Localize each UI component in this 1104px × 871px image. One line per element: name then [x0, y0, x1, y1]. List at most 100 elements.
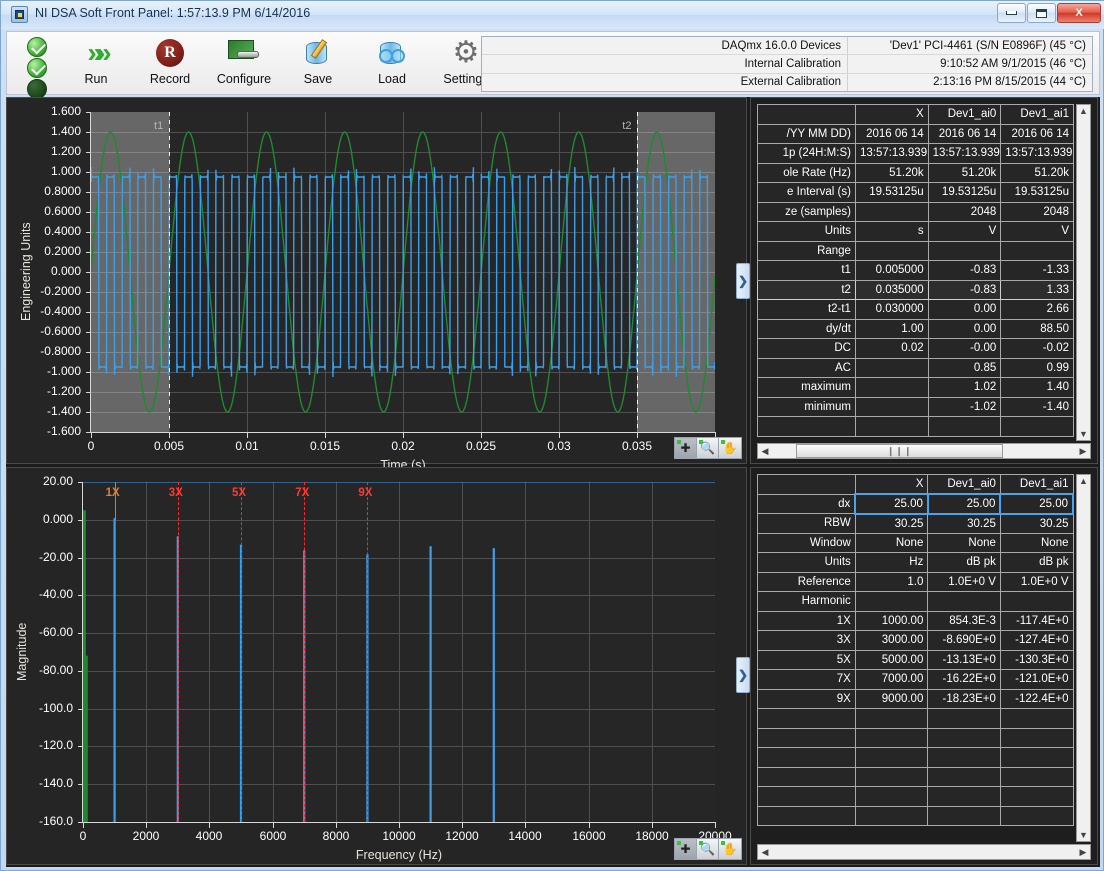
table-row[interactable]: 3X3000.00-8.690E+0-127.4E+0	[758, 631, 1074, 651]
time-pane-splitter[interactable]: ❯	[736, 263, 750, 299]
pan-hand-tool-icon[interactable]: ✋	[719, 839, 741, 859]
table-cell[interactable]	[928, 592, 1001, 612]
column-header[interactable]	[758, 475, 856, 495]
zoom-tool-icon[interactable]: 🔍	[697, 839, 719, 859]
table-cell[interactable]: -130.3E+0	[1000, 650, 1073, 670]
table-cell[interactable]	[1001, 417, 1074, 437]
time-measurements-table[interactable]: XDev1_ai0Dev1_ai1/YY MM DD)2016 06 14201…	[757, 104, 1074, 437]
table-row[interactable]	[758, 767, 1074, 787]
table-cell[interactable]	[855, 397, 928, 417]
table-cell[interactable]	[928, 767, 1001, 787]
table-row[interactable]: Range	[758, 241, 1074, 261]
table-cell[interactable]	[1000, 767, 1073, 787]
table-cell[interactable]: -0.00	[928, 339, 1001, 359]
scroll-left-icon[interactable]: ◀	[758, 446, 772, 457]
table-cell[interactable]: 7000.00	[855, 670, 928, 690]
scroll-right-icon[interactable]: ▶	[1076, 847, 1090, 858]
table-cell[interactable]: 25.00	[1000, 494, 1073, 514]
time-table-hscroll-track[interactable]: ❙❙❙	[772, 444, 1076, 458]
table-cell[interactable]	[855, 728, 928, 748]
table-cell[interactable]: 9000.00	[855, 689, 928, 709]
table-cell[interactable]: Hz	[855, 553, 928, 573]
load-button[interactable]: Load	[355, 35, 429, 93]
table-cell[interactable]	[855, 378, 928, 398]
table-cell[interactable]	[928, 748, 1001, 768]
table-row[interactable]: DC0.02-0.00-0.02	[758, 339, 1074, 359]
table-cell[interactable]	[1000, 787, 1073, 807]
table-cell[interactable]: 0.85	[928, 358, 1001, 378]
table-row[interactable]: ole Rate (Hz)51.20k51.20k51.20k	[758, 163, 1074, 183]
close-button[interactable]: X	[1057, 3, 1101, 23]
spectrum-graph-palette[interactable]: ✚ 🔍 ✋	[674, 838, 742, 860]
table-cell[interactable]: 1.40	[1001, 378, 1074, 398]
time-table-horizontal-scrollbar[interactable]: ◀ ❙❙❙ ▶	[757, 443, 1091, 459]
table-row[interactable]: Harmonic	[758, 592, 1074, 612]
table-cell[interactable]: 51.20k	[928, 163, 1001, 183]
table-cell[interactable]: -0.02	[1001, 339, 1074, 359]
pan-hand-tool-icon[interactable]: ✋	[719, 438, 741, 458]
table-cell[interactable]: V	[1001, 222, 1074, 242]
configure-button[interactable]: Configure	[207, 35, 281, 93]
table-row[interactable]: t20.035000-0.831.33	[758, 280, 1074, 300]
table-cell[interactable]: None	[1000, 533, 1073, 553]
table-row[interactable]	[758, 787, 1074, 807]
scroll-up-icon[interactable]: ▲	[1079, 475, 1088, 487]
table-row[interactable]: t10.005000-0.83-1.33	[758, 261, 1074, 281]
table-cell[interactable]	[855, 806, 928, 826]
table-cell[interactable]	[855, 767, 928, 787]
minimize-button[interactable]	[997, 3, 1026, 23]
time-graph-palette[interactable]: ✚ 🔍 ✋	[674, 437, 742, 459]
table-cell[interactable]: 30.25	[1000, 514, 1073, 534]
table-cell[interactable]	[928, 806, 1001, 826]
table-cell[interactable]: 51.20k	[1001, 163, 1074, 183]
restore-button[interactable]	[1027, 3, 1056, 23]
table-row[interactable]: 5X5000.00-13.13E+0-130.3E+0	[758, 650, 1074, 670]
table-row[interactable]: 7X7000.00-16.22E+0-121.0E+0	[758, 670, 1074, 690]
table-row[interactable]: 1p (24H:M:S)13:57:13.93913:57:13.93913:5…	[758, 144, 1074, 164]
table-cell[interactable]: 30.25	[928, 514, 1001, 534]
table-row[interactable]: UnitsHzdB pkdB pk	[758, 553, 1074, 573]
table-row[interactable]: maximum1.021.40	[758, 378, 1074, 398]
table-cell[interactable]: None	[928, 533, 1001, 553]
zoom-tool-icon[interactable]: 🔍	[697, 438, 719, 458]
table-row[interactable]	[758, 728, 1074, 748]
table-cell[interactable]: 51.20k	[855, 163, 928, 183]
table-row[interactable]: 9X9000.00-18.23E+0-122.4E+0	[758, 689, 1074, 709]
table-cell[interactable]: 2016 06 14	[928, 124, 1001, 144]
table-row[interactable]: t2-t10.0300000.002.66	[758, 300, 1074, 320]
table-cell[interactable]: 1.33	[1001, 280, 1074, 300]
table-cell[interactable]: s	[855, 222, 928, 242]
table-cell[interactable]: -18.23E+0	[928, 689, 1001, 709]
table-cell[interactable]: -122.4E+0	[1000, 689, 1073, 709]
table-cell[interactable]: -13.13E+0	[928, 650, 1001, 670]
scroll-left-icon[interactable]: ◀	[758, 847, 772, 858]
table-cell[interactable]: 13:57:13.939	[1001, 144, 1074, 164]
table-cell[interactable]: 2016 06 14	[1001, 124, 1074, 144]
table-cell[interactable]: -1.33	[1001, 261, 1074, 281]
spectrum-table-horizontal-scrollbar[interactable]: ◀ ▶	[757, 844, 1091, 860]
chart-time-plot-area[interactable]: t1t2	[91, 112, 715, 432]
scroll-down-icon[interactable]: ▼	[1079, 428, 1088, 440]
table-row[interactable]: WindowNoneNoneNone	[758, 533, 1074, 553]
table-row[interactable]: minimum-1.02-1.40	[758, 397, 1074, 417]
table-cell[interactable]	[855, 202, 928, 222]
column-header[interactable]: Dev1_ai1	[1001, 105, 1074, 125]
table-cell[interactable]: 0.035000	[855, 280, 928, 300]
table-cell[interactable]: 1.0E+0 V	[928, 572, 1001, 592]
table-cell[interactable]: 19.53125u	[855, 183, 928, 203]
scroll-right-icon[interactable]: ▶	[1076, 446, 1090, 457]
table-cell[interactable]: 13:57:13.939	[928, 144, 1001, 164]
table-row[interactable]: UnitssVV	[758, 222, 1074, 242]
record-button[interactable]: R Record	[133, 35, 207, 93]
time-table-hscroll-thumb[interactable]: ❙❙❙	[796, 444, 1003, 458]
table-cell[interactable]: -1.02	[928, 397, 1001, 417]
table-cell[interactable]: -0.83	[928, 261, 1001, 281]
table-row[interactable]: Reference1.01.0E+0 V1.0E+0 V	[758, 572, 1074, 592]
table-cell[interactable]: 0.00	[928, 319, 1001, 339]
table-cell[interactable]	[855, 748, 928, 768]
table-cell[interactable]: 0.99	[1001, 358, 1074, 378]
table-cell[interactable]: 0.005000	[855, 261, 928, 281]
table-cell[interactable]	[1000, 748, 1073, 768]
table-cell[interactable]: 2048	[928, 202, 1001, 222]
time-graph[interactable]: Engineering Units Time (s) t1t21.6001.40…	[7, 98, 746, 463]
